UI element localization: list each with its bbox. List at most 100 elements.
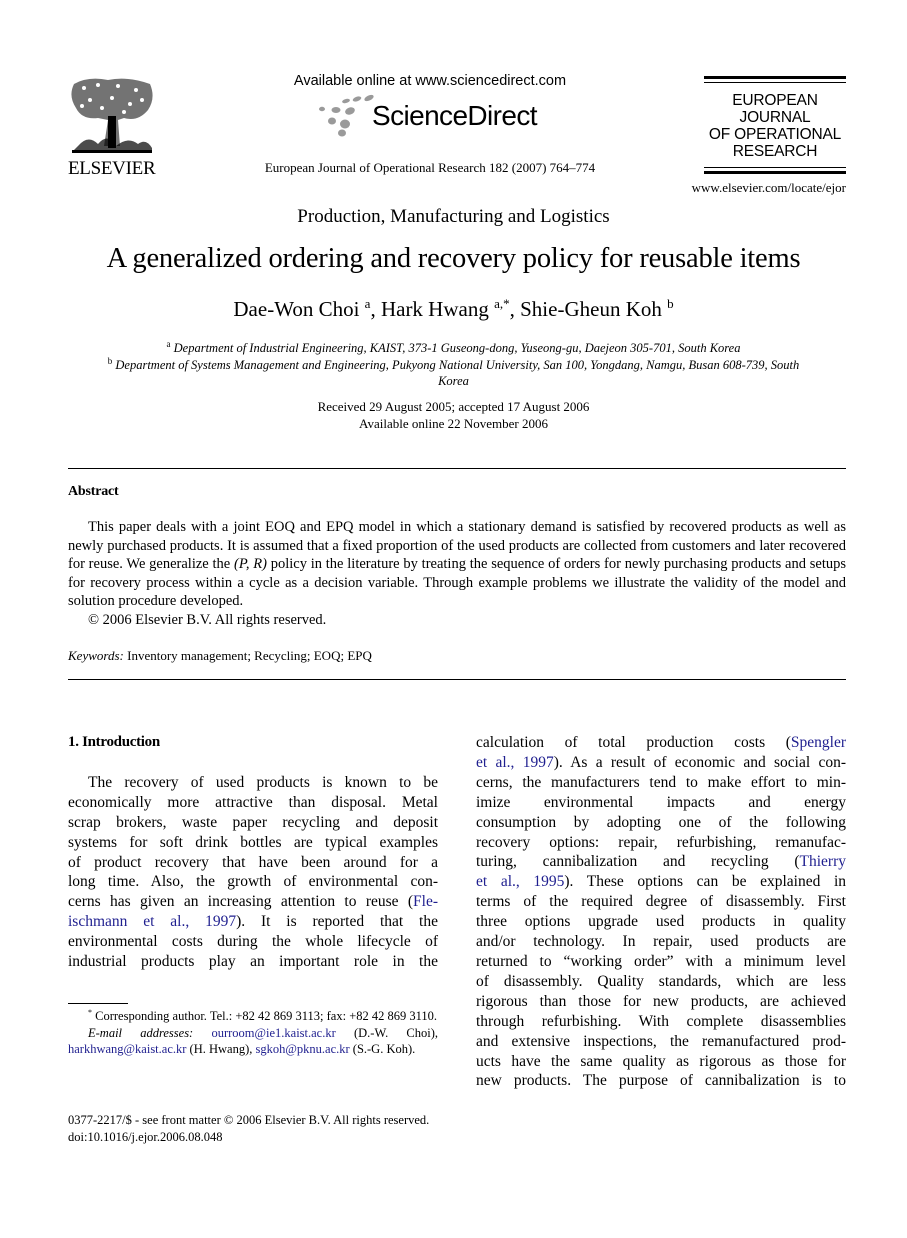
issn-line: 0377-2217/$ - see front matter © 2006 El… <box>68 1113 430 1127</box>
abstract-heading: Abstract <box>68 484 119 499</box>
author-affiliation-mark: b <box>667 296 674 311</box>
text-line: ucts have the same quality as rigorous a… <box>476 1052 846 1070</box>
text-line: economically more attractive than dispos… <box>68 793 438 811</box>
text-line: recovery options: repair, refurbishing, … <box>476 833 846 851</box>
body-paragraph: calculation of total production costs (S… <box>476 733 846 1091</box>
bottom-meta: 0377-2217/$ - see front matter © 2006 El… <box>68 1112 429 1145</box>
received-date: Received 29 August 2005; accepted 17 Aug… <box>317 399 590 414</box>
corresponding-author-note: * Corresponding author. Tel.: +82 42 869… <box>68 1008 438 1025</box>
text-line: returned to “working order” with a minim… <box>476 952 846 970</box>
journal-url[interactable]: www.elsevier.com/locate/ejor <box>640 180 846 196</box>
citation-link[interactable]: et al., 1997 <box>476 754 554 771</box>
text-line: terms of the required degree of disassem… <box>476 893 846 911</box>
author-name: Dae-Won Choi <box>233 297 360 321</box>
affiliations: a Department of Industrial Engineering, … <box>100 340 807 390</box>
email-note: E-mail addresses: ourroom@ie1.kaist.ac.k… <box>68 1025 438 1058</box>
body-paragraph: The recovery of used products is known t… <box>68 773 438 972</box>
author-list: Dae-Won Choi a, Hark Hwang a,*, Shie-Ghe… <box>0 297 907 322</box>
text-fragment: ). These options can be explained in <box>564 873 847 891</box>
text-line: new products. The purpose of cannibaliza… <box>476 1072 846 1090</box>
text-line: cerns, the manufacturers tend to make ef… <box>476 773 846 791</box>
text-line: imize environmental impacts and energy <box>476 793 846 811</box>
email-label: E-mail addresses: <box>88 1025 194 1040</box>
abstract-copyright: © 2006 Elsevier B.V. All rights reserved… <box>88 611 327 628</box>
keywords-list: Inventory management; Recycling; EOQ; EP… <box>127 648 372 663</box>
text-line: and extensive inspections, the remanufac… <box>476 1032 846 1050</box>
affiliation-mark: a <box>166 339 171 349</box>
text-line: rigorous than those for new products, ar… <box>476 992 846 1010</box>
abstract-body: This paper deals with a joint EOQ and EP… <box>68 518 846 629</box>
journal-logo-rule-bottom-thin <box>704 167 846 168</box>
text-line: et al., 1995). These options can be expl… <box>476 872 846 892</box>
affiliation-mark: b <box>107 355 113 366</box>
text-fragment: cerns has given an increasing attention … <box>68 893 414 911</box>
text-fragment: ). It is reported that the <box>236 913 438 931</box>
text-line: through refurbishing. With complete disa… <box>476 1012 846 1030</box>
journal-logo-line: RESEARCH <box>732 143 818 160</box>
divider <box>68 679 846 680</box>
paper-title: A generalized ordering and recovery poli… <box>106 243 801 274</box>
footnote-divider <box>68 1003 128 1004</box>
text-line: turing, cannibalization and recycling (T… <box>476 852 846 872</box>
text-fragment: turing, cannibalization and recycling ( <box>476 853 800 871</box>
policy-notation: (P, R) <box>234 556 267 572</box>
text-fragment: ). As a result of economic and social co… <box>553 753 847 771</box>
text-line: ischmann et al., 1997). It is reported t… <box>68 912 438 932</box>
publisher-name: ELSEVIER <box>68 158 156 179</box>
email-owner: (D.-W. Choi), <box>353 1025 439 1040</box>
text-line: cerns has given an increasing attention … <box>68 892 438 912</box>
text-line: three options upgrade used products in q… <box>476 913 846 931</box>
text-line: environmental costs during the whole lif… <box>68 933 438 951</box>
journal-logo-rule-top <box>704 76 846 79</box>
citation-link[interactable]: Spengler <box>791 734 846 751</box>
text-line: of product recovery that have been aroun… <box>68 853 438 871</box>
elsevier-tree-icon <box>71 78 153 153</box>
available-online-text[interactable]: Available online at www.sciencedirect.co… <box>240 73 620 89</box>
journal-logo-line: JOURNAL <box>739 109 811 126</box>
journal-reference: European Journal of Operational Research… <box>264 160 596 175</box>
email-owner: (H. Hwang), <box>189 1042 253 1056</box>
footnote-mark: * <box>88 1008 92 1017</box>
citation-link[interactable]: et al., 1995 <box>476 873 564 890</box>
text-line: of disassembly. Quality standards, which… <box>476 972 846 990</box>
email-link[interactable]: ourroom@ie1.kaist.ac.kr <box>211 1026 335 1040</box>
footnote-text: Corresponding author. Tel.: +82 42 869 3… <box>95 1009 438 1023</box>
sciencedirect-brand[interactable]: ScienceDirect <box>372 100 538 132</box>
email-link[interactable]: harkhwang@kaist.ac.kr <box>68 1042 186 1056</box>
author-affiliation-mark[interactable]: a,* <box>494 296 510 311</box>
author-separator: , <box>370 297 381 321</box>
email-owner: (S.-G. Koh). <box>352 1042 416 1056</box>
available-date: Available online 22 November 2006 <box>359 415 548 431</box>
journal-logo-title: EUROPEAN JOURNAL OF OPERATIONAL RESEARCH <box>704 83 846 167</box>
citation-link[interactable]: Thierry <box>800 853 846 870</box>
doi-line[interactable]: doi:10.1016/j.ejor.2006.08.048 <box>68 1129 429 1146</box>
text-line: The recovery of used products is known t… <box>88 773 438 791</box>
journal-logo: EUROPEAN JOURNAL OF OPERATIONAL RESEARCH <box>704 76 846 174</box>
journal-logo-line: OF OPERATIONAL <box>708 126 842 143</box>
article-dates: Received 29 August 2005; accepted 17 Aug… <box>0 399 907 432</box>
journal-logo-line: EUROPEAN <box>732 92 818 109</box>
citation-link[interactable]: ischmann et al., 1997 <box>68 913 236 930</box>
author-name: Shie-Gheun Koh <box>520 297 662 321</box>
text-line: systems for soft drink bottles are typic… <box>68 833 438 851</box>
divider <box>68 468 846 469</box>
text-line: long time. Also, the growth of environme… <box>68 873 438 891</box>
journal-logo-rule-bottom <box>704 171 846 174</box>
abstract-paragraph: This paper deals with a joint EOQ and EP… <box>68 518 846 611</box>
citation-link[interactable]: Fle- <box>413 893 438 910</box>
keywords: Keywords: Inventory management; Recyclin… <box>68 648 372 664</box>
section-heading: 1. Introduction <box>68 734 160 750</box>
footnotes: * Corresponding author. Tel.: +82 42 869… <box>68 1008 438 1058</box>
body-column-left: 1. Introduction The recovery of used pro… <box>68 733 438 972</box>
text-line: scrap brokers, waste paper recycling and… <box>68 813 438 831</box>
text-line: consumption by adopting one of the follo… <box>476 813 846 831</box>
affiliation-text: Department of Industrial Engineering, KA… <box>173 341 741 355</box>
author-name: Hark Hwang <box>380 297 489 321</box>
text-fragment: calculation of total production costs ( <box>476 734 791 751</box>
author-separator: , <box>509 297 521 321</box>
text-line: and/or technology. In repair, used produ… <box>476 933 846 951</box>
email-link[interactable]: sgkoh@pknu.ac.kr <box>256 1042 350 1056</box>
text-line: calculation of total production costs (S… <box>476 733 846 753</box>
keywords-label: Keywords: <box>68 648 124 663</box>
affiliation-text: Department of Systems Management and Eng… <box>115 357 800 389</box>
